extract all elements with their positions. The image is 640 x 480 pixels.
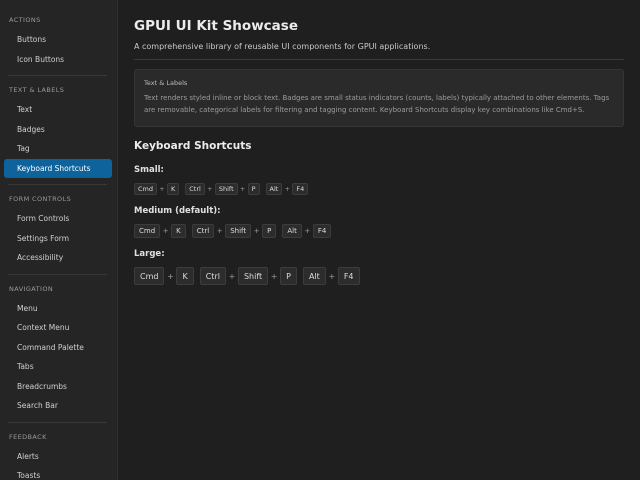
keyboard-shortcut: Cmd + K — [134, 267, 194, 285]
info-card-text: Text renders styled inline or block text… — [144, 94, 610, 114]
plus-separator: + — [239, 185, 246, 193]
keyboard-shortcut: Cmd + K — [134, 224, 186, 238]
sidebar-divider — [8, 75, 107, 76]
keyboard-shortcut: Alt + F4 — [302, 267, 360, 285]
sidebar-item-tabs[interactable]: Tabs — [4, 357, 112, 377]
sidebar-item-text[interactable]: Text — [4, 100, 112, 120]
shortcut-size-label: Large: — [134, 249, 165, 259]
info-card-title: Text & Labels — [144, 79, 188, 87]
plus-separator: + — [284, 185, 291, 193]
page-subtitle: A comprehensive library of reusable UI c… — [134, 42, 624, 60]
sidebar-section-text-and-labels: TEXT & LABELS — [9, 86, 65, 94]
key-cap-alt: Alt — [265, 183, 283, 195]
key-cap-f4: F4 — [292, 183, 309, 195]
key-cap-ctrl: Ctrl — [199, 267, 226, 285]
sidebar-item-buttons[interactable]: Buttons — [4, 30, 112, 50]
sidebar-item-icon-buttons[interactable]: Icon Buttons — [4, 50, 112, 70]
sidebar-item-accessibility[interactable]: Accessibility — [4, 248, 112, 268]
sidebar-section-form-controls: FORM CONTROLS — [9, 195, 72, 203]
key-cap-f4: F4 — [312, 224, 332, 238]
key-cap-cmd: Cmd — [134, 267, 165, 285]
key-cap-f4: F4 — [337, 267, 360, 285]
section-heading: Keyboard Shortcuts — [134, 140, 252, 152]
key-cap-cmd: Cmd — [134, 224, 161, 238]
sidebar: ACTIONS Buttons Icon Buttons TEXT & LABELS T… — [0, 0, 118, 480]
sidebar-divider — [8, 273, 107, 275]
key-cap-ctrl: Ctrl — [191, 224, 215, 238]
sidebar-divider — [8, 421, 107, 423]
key-cap-shift: Shift — [225, 224, 252, 238]
sidebar-item-command-palette[interactable]: Command Palette — [4, 338, 112, 358]
keyboard-shortcut: Cmd + K — [134, 183, 180, 195]
sidebar-item-toasts[interactable]: Toasts — [4, 466, 112, 480]
plus-separator: + — [167, 271, 174, 281]
sidebar-item-menu[interactable]: Menu — [4, 299, 112, 319]
key-cap-shift: Shift — [237, 267, 269, 285]
key-cap-shift: Shift — [214, 183, 238, 195]
key-cap-ctrl: Ctrl — [185, 183, 205, 195]
sidebar-section-navigation: NAVIGATION — [9, 284, 54, 293]
plus-separator: + — [253, 227, 260, 235]
keyboard-shortcut: Alt + F4 — [265, 183, 309, 195]
sidebar-item-breadcrumbs[interactable]: Breadcrumbs — [4, 377, 112, 397]
plus-separator: + — [328, 271, 336, 281]
plus-separator: + — [207, 185, 213, 193]
key-cap-k: K — [171, 224, 186, 238]
key-cap-cmd: Cmd — [134, 183, 157, 195]
sidebar-item-alerts[interactable]: Alerts — [4, 447, 112, 467]
sidebar-item-badges[interactable]: Badges — [4, 120, 112, 140]
plus-separator: + — [159, 185, 165, 193]
sidebar-section-actions: ACTIONS — [9, 16, 41, 24]
page-title: GPUI UI Kit Showcase — [134, 18, 298, 34]
info-card: Text & Labels Text renders styled inline… — [134, 69, 624, 127]
main-content: GPUI UI Kit Showcase A comprehensive lib… — [118, 0, 640, 480]
sidebar-item-settings-form[interactable]: Settings Form — [4, 229, 112, 249]
sidebar-section-feedback: FEEDBACK — [9, 432, 47, 441]
sidebar-item-keyboard-shortcuts[interactable]: Keyboard Shortcuts — [4, 158, 112, 178]
sidebar-item-context-menu[interactable]: Context Menu — [4, 318, 112, 338]
sidebar-item-search-bar[interactable]: Search Bar — [4, 396, 112, 416]
plus-separator: + — [162, 227, 169, 235]
shortcut-size-label: Medium (default): — [134, 206, 221, 216]
key-cap-alt: Alt — [282, 224, 302, 238]
plus-separator: + — [304, 227, 311, 235]
shortcut-row-md: Cmd + K Ctrl + Shift + P Alt + F4 — [134, 224, 624, 238]
sidebar-item-form-controls[interactable]: Form Controls — [4, 209, 112, 229]
key-cap-k: K — [167, 183, 180, 195]
key-cap-alt: Alt — [302, 267, 326, 285]
key-cap-p: P — [262, 224, 277, 238]
key-cap-p: P — [280, 267, 297, 285]
keyboard-shortcut: Ctrl + Shift + P — [185, 183, 260, 195]
keyboard-shortcut: Ctrl + Shift + P — [191, 224, 277, 238]
plus-separator: + — [216, 227, 223, 235]
shortcut-groups: Small: Cmd + K Ctrl + Shift + P Alt + F4 Medium (def… — [134, 165, 624, 285]
plus-separator: + — [270, 271, 278, 281]
keyboard-shortcut: Ctrl + Shift + P — [199, 267, 297, 285]
shortcut-size-label: Small: — [134, 165, 164, 175]
sidebar-item-tag[interactable]: Tag — [4, 139, 112, 159]
keyboard-shortcut: Alt + F4 — [282, 224, 332, 238]
key-cap-k: K — [176, 267, 194, 285]
shortcut-row-sm: Cmd + K Ctrl + Shift + P Alt + F4 — [134, 183, 624, 195]
plus-separator: + — [228, 271, 236, 281]
key-cap-p: P — [247, 183, 260, 195]
sidebar-divider — [8, 184, 107, 185]
shortcut-row-lg: Cmd + K Ctrl + Shift + P Alt + F4 — [134, 267, 624, 285]
